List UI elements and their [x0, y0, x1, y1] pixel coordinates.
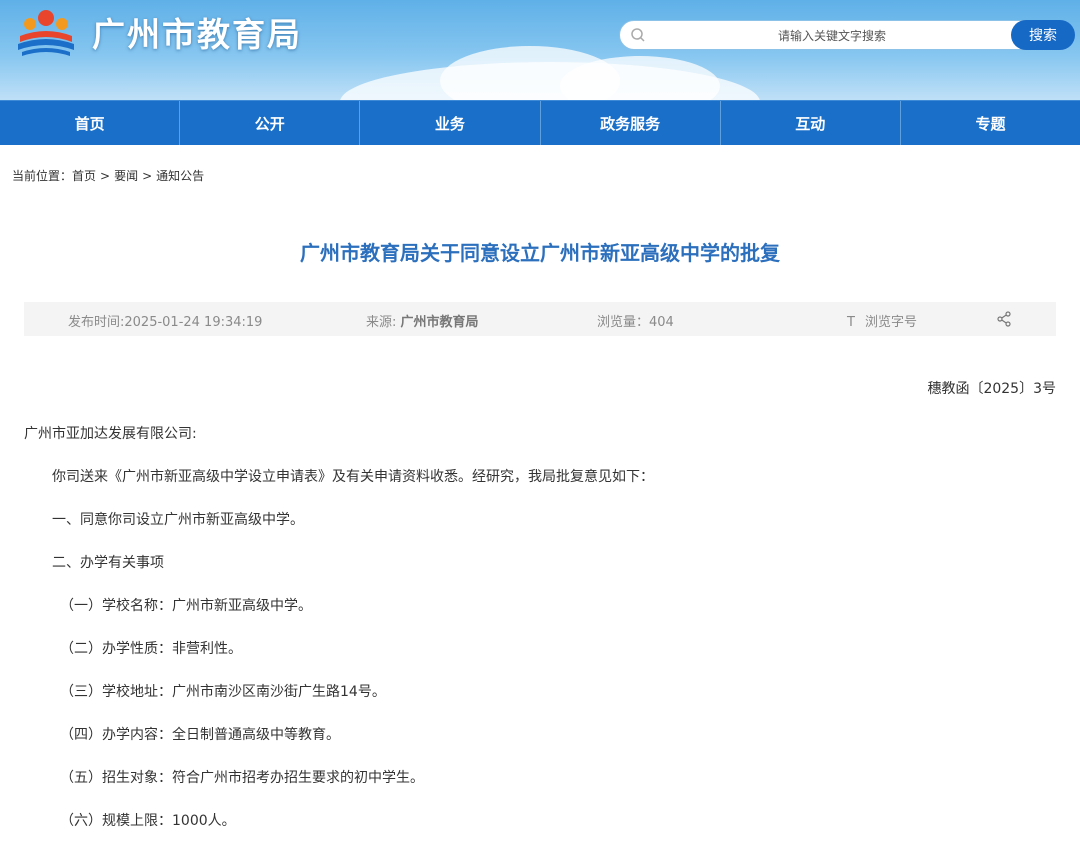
nav-item-business[interactable]: 业务 [360, 101, 541, 145]
search-icon [631, 28, 645, 42]
nav-item-services[interactable]: 政务服务 [541, 101, 721, 145]
document-number: 穗教函〔2025〕3号 [927, 381, 1056, 397]
breadcrumb-separator: > [100, 169, 111, 183]
article-source: 来源: 广州市教育局 [366, 311, 479, 330]
nav-item-interaction[interactable]: 互动 [721, 101, 901, 145]
publish-time: 发布时间:2025-01-24 19:34:19 [68, 315, 263, 330]
logo-icon[interactable] [14, 4, 78, 60]
font-size-icon: T [847, 315, 855, 330]
sub-item: （五）招生对象：符合广州市招考办招生要求的初中学生。 [60, 770, 424, 786]
site-title: 广州市教育局 [92, 15, 302, 54]
source-label: 来源: [366, 315, 401, 330]
font-size-control[interactable]: T 浏览字号 [847, 311, 917, 330]
breadcrumb-prefix: 当前位置： [12, 169, 73, 183]
breadcrumb-item-news[interactable]: 要闻 [114, 169, 138, 183]
view-count: 浏览量：404 [597, 315, 674, 330]
article-body: 广州市亚加达发展有限公司: 你司送来《广州市新亚高级中学设立申请表》及有关申请资… [0, 424, 1080, 831]
source-value: 广州市教育局 [400, 315, 479, 330]
search-input[interactable] [660, 24, 1004, 48]
share-icon[interactable] [996, 311, 1012, 327]
addressee: 广州市亚加达发展有限公司: [24, 426, 197, 442]
breadcrumb: 当前位置：首页 > 要闻 > 通知公告 [0, 145, 1080, 203]
search-button[interactable]: 搜索 [1011, 20, 1075, 50]
article-title: 广州市教育局关于同意设立广州市新亚高级中学的批复 [300, 241, 780, 265]
sub-item: （四）办学内容：全日制普通高级中等教育。 [60, 727, 340, 743]
main-nav: 首页 公开 业务 政务服务 互动 专题 [0, 100, 1080, 145]
sub-item: （六）规模上限：1000人。 [60, 813, 236, 829]
paragraph: 你司送来《广州市新亚高级中学设立申请表》及有关申请资料收悉。经研究，我局批复意见… [52, 469, 654, 485]
font-size-label: 浏览字号 [864, 315, 917, 330]
nav-item-topics[interactable]: 专题 [901, 101, 1080, 145]
paragraph: 一、同意你司设立广州市新亚高级中学。 [52, 512, 304, 528]
breadcrumb-item-home[interactable]: 首页 [72, 169, 96, 183]
search-box: 搜索 [619, 20, 1075, 50]
sub-item: （二）办学性质：非营利性。 [60, 641, 242, 657]
site-header: 广州市教育局 搜索 [0, 0, 1080, 100]
breadcrumb-separator: > [142, 169, 153, 183]
nav-item-home[interactable]: 首页 [0, 101, 181, 145]
breadcrumb-item-notices[interactable]: 通知公告 [156, 169, 204, 183]
nav-item-open[interactable]: 公开 [180, 101, 361, 145]
sub-item: （一）学校名称：广州市新亚高级中学。 [60, 598, 312, 614]
article-meta-bar: 发布时间:2025-01-24 19:34:19 来源: 广州市教育局 浏览量：… [24, 302, 1056, 336]
sub-item: （三）学校地址：广州市南沙区南沙街广生路14号。 [60, 684, 386, 700]
paragraph: 二、办学有关事项 [52, 555, 164, 571]
